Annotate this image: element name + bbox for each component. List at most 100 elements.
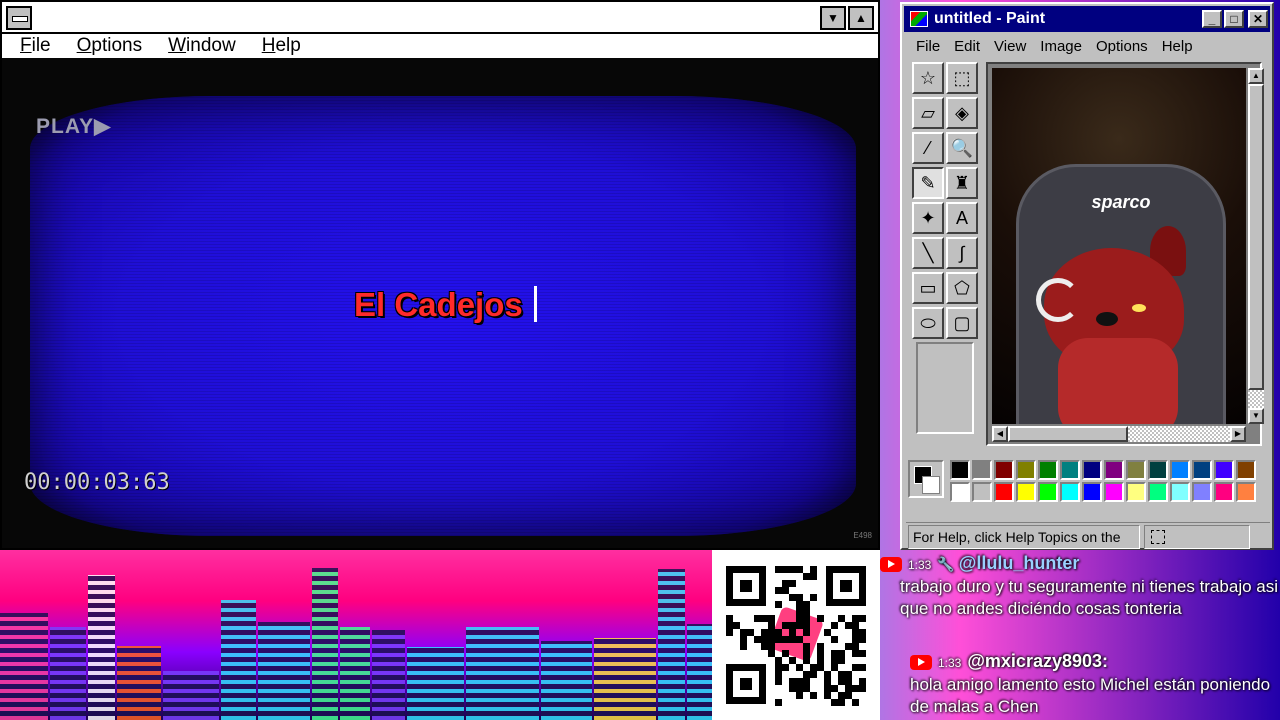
airbrush-icon[interactable]: ✦ (912, 202, 944, 234)
qr-module (803, 643, 810, 650)
player-title-bar[interactable]: ▼ ▲ (2, 2, 878, 34)
palette-swatch[interactable] (1104, 482, 1124, 502)
paint-minimize-button[interactable]: _ (1202, 10, 1222, 28)
selection-size-icon (1151, 530, 1165, 544)
palette-swatch[interactable] (1148, 460, 1168, 480)
tool-options-box[interactable] (916, 342, 974, 434)
fill-bucket-icon[interactable]: ◈ (946, 97, 978, 129)
paint-menu-help[interactable]: Help (1156, 34, 1199, 60)
qr-module (796, 594, 803, 601)
paint-maximize-button[interactable]: □ (1224, 10, 1244, 28)
palette-swatch[interactable] (1236, 482, 1256, 502)
polygon-icon[interactable]: ⬠ (946, 272, 978, 304)
paint-app-icon[interactable] (910, 11, 928, 27)
palette-swatch[interactable] (1016, 460, 1036, 480)
menu-options[interactable]: Options (67, 34, 152, 58)
palette-swatch[interactable] (972, 460, 992, 480)
system-menu-button[interactable] (6, 6, 32, 30)
palette-swatch[interactable] (1170, 482, 1190, 502)
vertical-scrollbar[interactable]: ▲ ▼ (1248, 68, 1264, 424)
paint-menu-view[interactable]: View (988, 34, 1032, 60)
qr-module (859, 629, 866, 636)
magnifier-icon[interactable]: 🔍 (946, 132, 978, 164)
palette-swatch[interactable] (1060, 460, 1080, 480)
qr-module (838, 657, 845, 664)
palette-swatch[interactable] (1148, 482, 1168, 502)
current-colors[interactable] (908, 460, 944, 498)
palette-swatch[interactable] (994, 482, 1014, 502)
scroll-down-arrow-icon[interactable]: ▼ (1248, 408, 1264, 424)
line-icon[interactable]: ╲ (912, 237, 944, 269)
city-building (163, 671, 219, 720)
qr-module (754, 615, 761, 622)
palette-swatch[interactable] (1126, 482, 1146, 502)
menu-file[interactable]: File (10, 34, 61, 58)
qr-module (852, 699, 859, 706)
rounded-rect-icon[interactable]: ▢ (946, 307, 978, 339)
maximize-button[interactable]: ▲ (848, 6, 874, 30)
palette-swatch[interactable] (950, 460, 970, 480)
qr-module (796, 636, 803, 643)
qr-finder-top-left (726, 566, 766, 606)
palette-swatch[interactable] (1214, 460, 1234, 480)
background-color[interactable] (922, 476, 940, 494)
paint-close-button[interactable]: ✕ (1248, 10, 1268, 28)
palette-swatch[interactable] (1082, 482, 1102, 502)
brush-icon[interactable]: ♜ (946, 167, 978, 199)
qr-module (803, 671, 810, 678)
ellipse-icon[interactable]: ⬭ (912, 307, 944, 339)
qr-module (796, 664, 803, 671)
qr-module (859, 615, 866, 622)
eyedropper-icon[interactable]: ⁄ (912, 132, 944, 164)
city-building (466, 627, 539, 720)
palette-swatch[interactable] (1082, 460, 1102, 480)
text-icon[interactable]: A (946, 202, 978, 234)
video-viewport[interactable]: PLAY▶ El Cadejos 00:00:03:63 E498 (2, 58, 878, 548)
paint-menu-image[interactable]: Image (1034, 34, 1088, 60)
palette-swatch[interactable] (1170, 460, 1190, 480)
qr-module (845, 671, 852, 678)
horizontal-scroll-thumb[interactable] (1008, 426, 1128, 442)
palette-swatch[interactable] (972, 482, 992, 502)
chat-text: hola amigo lamento esto Michel están pon… (910, 674, 1271, 716)
palette-swatch[interactable] (1236, 460, 1256, 480)
scroll-up-arrow-icon[interactable]: ▲ (1248, 68, 1264, 84)
paint-menu-edit[interactable]: Edit (948, 34, 986, 60)
rectangle-icon[interactable]: ▭ (912, 272, 944, 304)
scroll-left-arrow-icon[interactable]: ◀ (992, 426, 1008, 442)
menu-window[interactable]: Window (158, 34, 246, 58)
qr-module (754, 636, 761, 643)
paint-menu-file[interactable]: File (910, 34, 946, 60)
palette-swatch[interactable] (994, 460, 1014, 480)
qr-module (810, 664, 817, 671)
qr-module (852, 615, 859, 622)
paint-menu-options[interactable]: Options (1090, 34, 1154, 60)
canvas-area: sparco ▲ ▼ ◀ ▶ (986, 62, 1264, 446)
palette-swatch[interactable] (950, 482, 970, 502)
free-select-icon[interactable]: ☆ (912, 62, 944, 94)
palette-swatch[interactable] (1104, 460, 1124, 480)
pencil-icon[interactable]: ✎ (912, 167, 944, 199)
city-building (687, 624, 712, 720)
palette-swatch[interactable] (1214, 482, 1234, 502)
horizontal-scrollbar[interactable]: ◀ ▶ (992, 426, 1246, 442)
vertical-scroll-thumb[interactable] (1248, 84, 1264, 390)
qr-module (789, 566, 796, 573)
rect-select-icon[interactable]: ⬚ (946, 62, 978, 94)
eraser-icon[interactable]: ▱ (912, 97, 944, 129)
palette-swatch[interactable] (1038, 482, 1058, 502)
palette-swatch[interactable] (1016, 482, 1036, 502)
menu-help[interactable]: Help (252, 34, 311, 58)
qr-module (803, 615, 810, 622)
palette-swatch[interactable] (1060, 482, 1080, 502)
palette-swatch[interactable] (1126, 460, 1146, 480)
scroll-right-arrow-icon[interactable]: ▶ (1230, 426, 1246, 442)
minimize-button[interactable]: ▼ (820, 6, 846, 30)
palette-swatch[interactable] (1192, 482, 1212, 502)
curve-icon[interactable]: ∫ (946, 237, 978, 269)
drawing-canvas[interactable]: sparco (992, 68, 1246, 424)
city-building (372, 630, 405, 720)
qr-module (824, 685, 831, 692)
palette-swatch[interactable] (1038, 460, 1058, 480)
palette-swatch[interactable] (1192, 460, 1212, 480)
